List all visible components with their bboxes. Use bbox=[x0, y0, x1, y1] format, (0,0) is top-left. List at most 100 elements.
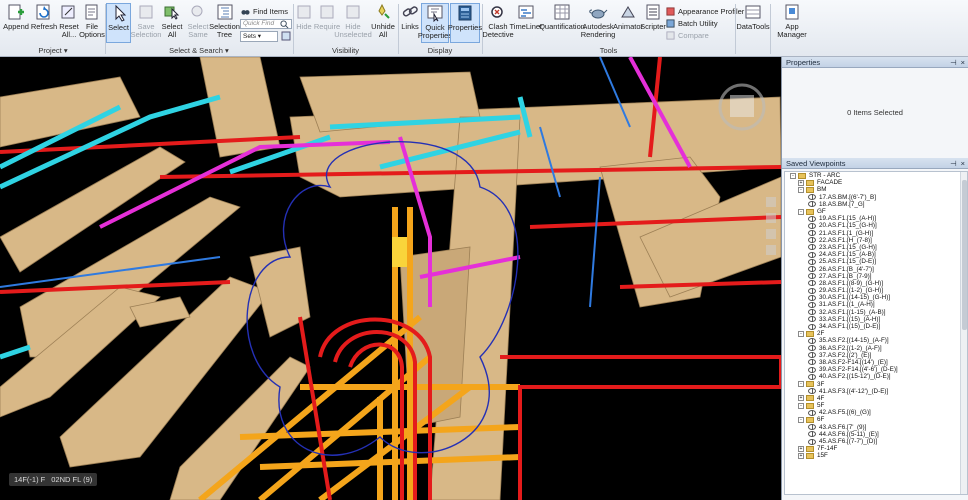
viewpoint-item[interactable]: 26.AS.F1.[B_(4'-7')] bbox=[785, 265, 967, 273]
viewpoint-item[interactable]: 23.AS.F1.[15_(G-H)] bbox=[785, 244, 967, 251]
viewpoint-folder[interactable]: - STR - ARC bbox=[785, 172, 967, 179]
appearance-profiler-button[interactable]: Appearance Profiler bbox=[666, 6, 744, 17]
collapse-toggle-icon[interactable]: - bbox=[798, 330, 804, 337]
viewpoint-item[interactable]: 35.AS.F2.[(14-15)_(A-F)] bbox=[785, 337, 967, 344]
refresh-button[interactable]: Refresh bbox=[31, 3, 57, 45]
viewpoint-item[interactable]: 21.AS.F1.[1_(G-H)] bbox=[785, 230, 967, 237]
animator-button[interactable]: Animator bbox=[613, 3, 643, 45]
viewpoint-folder[interactable]: + FACADE bbox=[785, 179, 967, 186]
expand-toggle-icon[interactable]: + bbox=[798, 452, 804, 459]
expand-toggle-icon[interactable]: + bbox=[798, 445, 804, 452]
scripter-button[interactable]: Scripter bbox=[640, 3, 666, 45]
viewpoint-item[interactable]: 45.AS.F6.[(7-7')_(D)] bbox=[785, 438, 967, 445]
viewpoint-item[interactable]: 42.AS.F5.[(6)_(G)] bbox=[785, 409, 967, 416]
hide-unselected-button[interactable]: Hide Unselected bbox=[334, 3, 372, 45]
viewpoint-camera-icon bbox=[808, 316, 816, 323]
collapse-toggle-icon[interactable]: - bbox=[798, 208, 804, 215]
quick-find-search-icon[interactable] bbox=[280, 20, 289, 29]
viewpoint-item[interactable]: 29.AS.F1.[(1-2)_(G-H)] bbox=[785, 287, 967, 294]
viewpoint-folder[interactable]: - BM bbox=[785, 186, 967, 193]
select-same-button[interactable]: Select Same bbox=[186, 3, 210, 45]
select-search-group-label[interactable]: Select & Search ▾ bbox=[106, 46, 292, 56]
viewpoint-item[interactable]: 24.AS.F1.[15_(A-B)] bbox=[785, 251, 967, 258]
viewpoint-item[interactable]: 30.AS.F1.[(14-15)_(G-H)] bbox=[785, 294, 967, 301]
properties-icon bbox=[458, 5, 472, 21]
unhide-all-button[interactable]: Unhide All bbox=[370, 3, 396, 45]
viewpoint-folder[interactable]: - GF bbox=[785, 208, 967, 215]
viewpoint-label: 23.AS.F1.[15_(G-H)] bbox=[819, 243, 877, 251]
viewpoint-item[interactable]: 18.AS.BM.[7_G] bbox=[785, 201, 967, 208]
close-icon[interactable]: × bbox=[961, 158, 965, 168]
viewpoint-item[interactable]: 22.AS.F1.[H_(7-8)] bbox=[785, 237, 967, 244]
viewpoint-folder[interactable]: - 6F bbox=[785, 416, 967, 423]
collapse-toggle-icon[interactable]: - bbox=[790, 172, 796, 179]
viewpoint-item[interactable]: 19.AS.F1.[15_(A-H)] bbox=[785, 215, 967, 222]
expand-toggle-icon[interactable]: + bbox=[798, 395, 804, 402]
clash-detective-button[interactable]: Clash Detective bbox=[482, 3, 514, 45]
sets-manage-icon[interactable] bbox=[281, 31, 291, 41]
datatools-button[interactable]: DataTools bbox=[736, 3, 770, 45]
viewpoint-item[interactable]: 17.AS.BM.[(6'-7')_B] bbox=[785, 194, 967, 201]
viewpoint-item[interactable]: 34.AS.F1.[(15)_(D-E)] bbox=[785, 323, 967, 330]
viewpoint-folder[interactable]: - 2F bbox=[785, 330, 967, 337]
hide-button[interactable]: Hide bbox=[295, 3, 313, 45]
viewpoint-folder[interactable]: +4F bbox=[785, 395, 967, 402]
viewpoint-label: 18.AS.BM.[7_G] bbox=[819, 200, 865, 208]
viewpoint-item[interactable]: 28.AS.F1.[(8-9)_(G-H)] bbox=[785, 280, 967, 287]
viewpoint-item[interactable]: 33.AS.F1.[(15)_(A-H)] bbox=[785, 316, 967, 323]
properties-button[interactable]: Properties bbox=[448, 3, 482, 43]
viewpoint-item[interactable]: 36.AS.F2.[(1-2)_(A-F)] bbox=[785, 345, 967, 352]
project-group-label[interactable]: Project ▾ bbox=[2, 46, 104, 56]
viewpoint-item[interactable]: 27.AS.F1.[B_(7-9)] bbox=[785, 273, 967, 280]
viewpoint-item[interactable]: 43.AS.F6.[7'_(9)] bbox=[785, 424, 967, 431]
quantification-button[interactable]: Quantification bbox=[539, 3, 585, 45]
save-selection-button[interactable]: Save Selection bbox=[131, 3, 161, 45]
collapse-toggle-icon[interactable]: - bbox=[798, 186, 804, 193]
viewpoint-item[interactable]: 38.AS.F2-F14.[(14')_(E)] bbox=[785, 359, 967, 366]
pin-icon[interactable]: ⊣ bbox=[950, 57, 957, 67]
compare-button[interactable]: Compare bbox=[666, 30, 709, 41]
batch-utility-button[interactable]: Batch Utility bbox=[666, 18, 718, 29]
viewpoint-label: 15F bbox=[817, 452, 828, 460]
select-button[interactable]: Select bbox=[106, 3, 131, 43]
app-manager-button[interactable]: App Manager bbox=[772, 3, 812, 45]
viewpoint-item[interactable]: 41.AS.F3.[(4'-12')_(D-E)] bbox=[785, 388, 967, 395]
viewpoint-folder[interactable]: - 3F bbox=[785, 380, 967, 388]
close-icon[interactable]: × bbox=[961, 57, 965, 67]
expand-toggle-icon[interactable]: + bbox=[798, 179, 804, 186]
collapse-toggle-icon[interactable]: - bbox=[798, 416, 804, 423]
autodesk-rendering-button[interactable]: Autodesk Rendering bbox=[581, 3, 615, 45]
viewpoint-item[interactable]: 40.AS.F2.[(15-12')_(D-E)] bbox=[785, 373, 967, 380]
viewpoint-folder[interactable]: +15F bbox=[785, 452, 967, 459]
viewpoint-label: BM bbox=[817, 186, 827, 194]
viewpoint-item[interactable]: 44.AS.F6.[(5-11)_(E)] bbox=[785, 431, 967, 438]
yellow-fitting bbox=[392, 237, 407, 267]
file-options-button[interactable]: File Options bbox=[79, 3, 105, 45]
selection-tree-button[interactable]: Selection Tree bbox=[209, 3, 240, 45]
timeliner-button[interactable]: TimeLiner bbox=[509, 3, 543, 45]
viewpoint-item[interactable]: 37.AS.F2.[(2')_(E)] bbox=[785, 352, 967, 359]
quick-properties-button[interactable]: Quick Properties bbox=[418, 3, 452, 43]
viewpoints-tree[interactable]: - STR - ARC + FACADE - BM 17.AS.BM.[(6'-7')_B]… bbox=[784, 171, 968, 495]
viewpoint-item[interactable]: 31.AS.F1.[(1_(A-H)] bbox=[785, 301, 967, 308]
viewpoint-camera-icon bbox=[808, 323, 816, 330]
append-button[interactable]: Append bbox=[3, 3, 29, 45]
viewpoint-folder[interactable]: +7F-14F bbox=[785, 445, 967, 452]
3d-viewport[interactable]: 14F(-1) F 02ND FL (9) bbox=[0, 57, 781, 500]
viewpoint-item[interactable]: 20.AS.F1.[15_(G-H)] bbox=[785, 222, 967, 229]
collapse-toggle-icon[interactable]: - bbox=[798, 381, 804, 388]
folder-icon bbox=[798, 172, 806, 179]
viewpoint-folder[interactable]: - 5F bbox=[785, 402, 967, 409]
viewpoint-camera-icon bbox=[808, 345, 816, 352]
select-all-button[interactable]: Select All bbox=[161, 3, 183, 45]
pin-icon[interactable]: ⊣ bbox=[950, 158, 957, 168]
compare-label: Compare bbox=[678, 31, 709, 40]
collapse-toggle-icon[interactable]: - bbox=[798, 402, 804, 409]
viewpoint-item[interactable]: 32.AS.F1.[(1-15)_(A-B)] bbox=[785, 309, 967, 316]
viewpoint-item[interactable]: 25.AS.F1.[15_(D-E)] bbox=[785, 258, 967, 265]
find-items-button[interactable]: Find Items bbox=[241, 6, 288, 17]
viewpoint-label: 30.AS.F1.[(14-15)_(G-H)] bbox=[819, 294, 891, 302]
viewpoint-item[interactable]: 39.AS.F2-F14.[(4'-6')_(D-E)] bbox=[785, 366, 967, 373]
sets-dropdown[interactable]: Sets ▾ bbox=[240, 31, 278, 42]
reset-all-button[interactable]: Reset All... bbox=[57, 3, 81, 45]
